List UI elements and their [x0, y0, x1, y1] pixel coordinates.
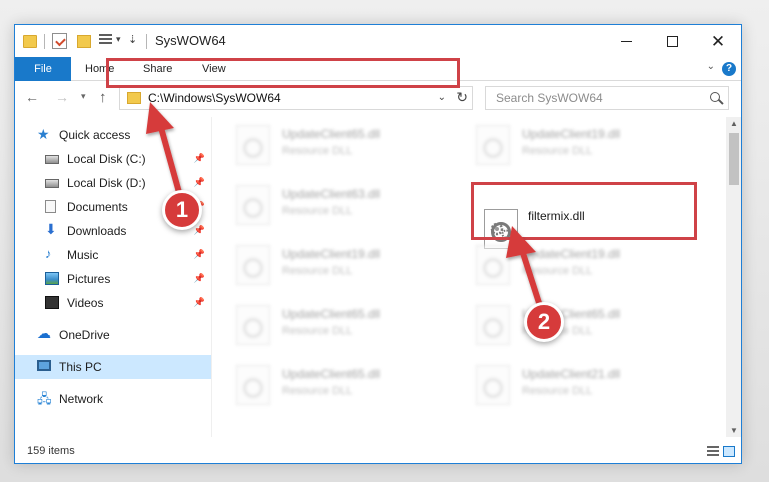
arrow-to-file: [506, 226, 543, 309]
step-badge-2: 2: [524, 302, 564, 342]
annotation-arrows: [146, 102, 543, 309]
step-badge-1: 1: [162, 190, 202, 230]
arrow-to-address-bar: [146, 102, 183, 199]
